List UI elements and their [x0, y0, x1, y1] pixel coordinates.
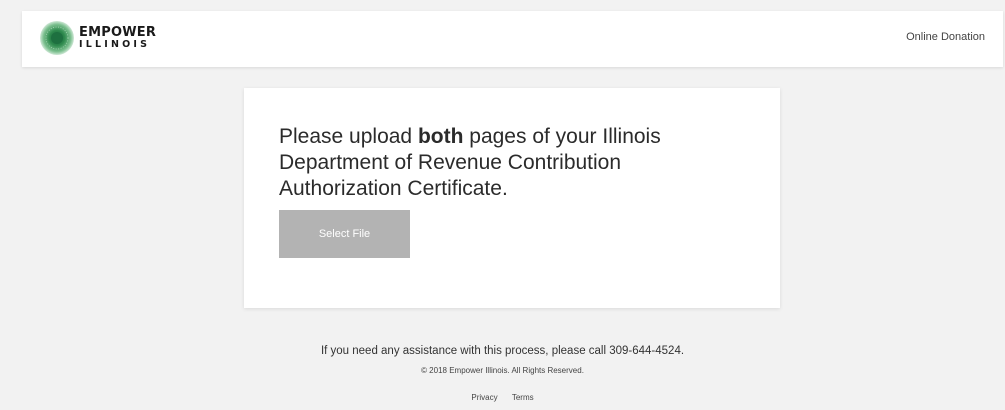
privacy-link[interactable]: Privacy: [471, 393, 497, 402]
site-header: EMPOWER ILLINOIS Online Donation: [22, 11, 1003, 67]
terms-link[interactable]: Terms: [512, 393, 534, 402]
online-donation-link[interactable]: Online Donation: [906, 31, 985, 43]
heading-emphasis: both: [417, 125, 464, 148]
brand-wordmark: EMPOWER ILLINOIS: [79, 26, 156, 50]
upload-card: Please upload both pages of your Illinoi…: [244, 88, 780, 308]
top-border: [0, 0, 1005, 10]
copyright-notice: © 2018 Empower Illinois. All Rights Rese…: [421, 366, 584, 375]
brand-name-line1: EMPOWER: [79, 25, 157, 41]
footer-nav: Privacy Terms: [0, 393, 1005, 402]
brand-logo[interactable]: EMPOWER ILLINOIS: [39, 20, 156, 56]
upload-instructions: Please upload both pages of your Illinoi…: [279, 124, 719, 202]
assistance-message: If you need any assistance with this pro…: [320, 345, 685, 357]
select-file-button[interactable]: Select File: [279, 210, 410, 258]
brand-name-line2: ILLINOIS: [79, 39, 151, 51]
heading-text-start: Please upload: [279, 125, 418, 148]
logo-mark-icon: [40, 21, 74, 55]
